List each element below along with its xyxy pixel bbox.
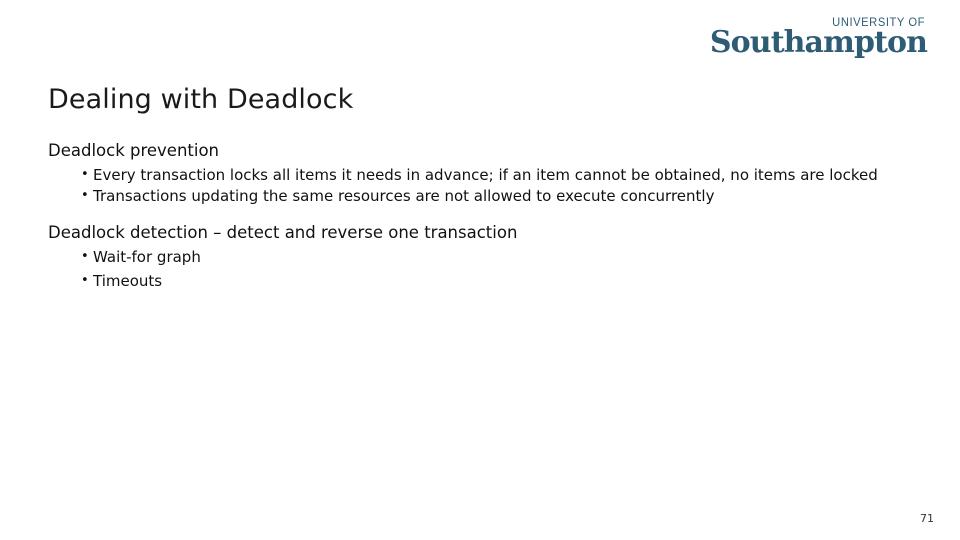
slide: UNIVERSITY OF Southampton Dealing with D…	[0, 0, 960, 540]
section-heading: Deadlock detection – detect and reverse …	[48, 223, 518, 243]
bullet-icon: •	[81, 249, 89, 265]
section-deadlock-prevention: Deadlock prevention • Every transaction …	[48, 140, 878, 206]
list-item-label: Every transaction locks all items it nee…	[93, 166, 878, 185]
bullet-icon: •	[81, 187, 89, 203]
list-item: • Transactions updating the same resourc…	[48, 187, 878, 207]
bullet-list: • Wait-for graph • Timeouts	[48, 248, 878, 291]
page-title: Dealing with Deadlock	[48, 84, 354, 115]
list-item: • Every transaction locks all items it n…	[48, 166, 878, 186]
list-item: • Timeouts	[48, 272, 878, 292]
university-logo: UNIVERSITY OF Southampton	[709, 17, 928, 60]
bullet-list: • Every transaction locks all items it n…	[48, 166, 878, 206]
list-item-label: Wait-for graph	[93, 248, 201, 267]
list-item: • Wait-for graph	[48, 248, 878, 268]
section-deadlock-detection: Deadlock detection – detect and reverse …	[48, 222, 878, 291]
slide-body: Deadlock prevention • Every transaction …	[48, 140, 878, 301]
section-heading: Deadlock prevention	[48, 141, 220, 160]
list-item-label: Timeouts	[93, 271, 163, 290]
bullet-icon: •	[81, 167, 89, 183]
logo-university-of-text: UNIVERSITY OF	[832, 17, 925, 29]
list-item-label: Transactions updating the same resources…	[93, 186, 715, 205]
page-number: 71	[920, 512, 934, 525]
bullet-icon: •	[81, 272, 89, 288]
logo-southampton-text: Southampton	[709, 24, 928, 60]
